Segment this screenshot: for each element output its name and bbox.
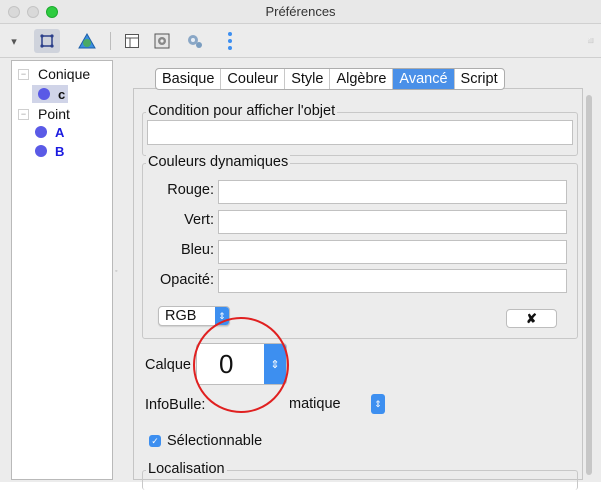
point-dot-icon [35, 145, 47, 157]
opacity-input[interactable] [218, 269, 567, 293]
red-label: Rouge: [167, 182, 214, 198]
panel-scrollbar[interactable] [583, 95, 595, 475]
selectable-checkbox-row[interactable]: ✓ Sélectionnable [149, 433, 262, 449]
restore-icon[interactable]: ◽ [585, 29, 597, 53]
blue-label: Bleu: [180, 242, 214, 258]
tab-algebre[interactable]: Algèbre [330, 69, 394, 89]
collapse-icon[interactable]: − [18, 108, 29, 120]
layer-label: Calque [145, 357, 191, 373]
tree-item-label: c [58, 86, 66, 102]
tab-avance[interactable]: Avancé [393, 69, 455, 89]
toolbar-separator [110, 32, 111, 50]
clear-colors-button[interactable]: ✘ [506, 309, 557, 328]
tree-item-c[interactable]: c [32, 85, 68, 103]
settings-icon[interactable] [151, 29, 173, 53]
title-bar: Préférences [0, 0, 601, 24]
chevron-updown-icon: ⇕ [371, 394, 385, 414]
checkmark-icon[interactable]: ✓ [149, 435, 161, 447]
color-mode-value: RGB [165, 308, 197, 324]
tree-group-label: Conique [38, 66, 91, 82]
location-group: Localisation [142, 461, 578, 490]
tab-couleur[interactable]: Couleur [221, 69, 286, 89]
selectable-label: Sélectionnable [167, 433, 263, 449]
tab-script[interactable]: Script [455, 69, 504, 89]
opacity-label: Opacité: [160, 272, 214, 288]
tree-group-conique[interactable]: − Conique [12, 65, 90, 83]
object-tree: − Conique c − Point A B [11, 60, 113, 480]
split-handle-icon[interactable]: ◦ [115, 268, 117, 275]
preferences-window: Préférences ▾ ◽ − Conique c − Point A B … [0, 0, 601, 490]
selection-tool-icon[interactable] [34, 29, 60, 53]
green-input[interactable] [218, 210, 567, 234]
advanced-gear-icon[interactable] [184, 29, 206, 53]
tree-group-label: Point [38, 106, 70, 122]
highlight-circle [193, 317, 289, 413]
condition-legend: Condition pour afficher l'objet [146, 103, 338, 119]
toolbar: ▾ ◽ [0, 24, 601, 58]
tree-item-a[interactable]: A [12, 123, 64, 141]
more-options-icon[interactable] [224, 29, 236, 53]
blue-input[interactable] [218, 240, 567, 264]
tree-group-point[interactable]: − Point [12, 105, 70, 123]
tab-basique[interactable]: Basique [156, 69, 222, 89]
tab-style[interactable]: Style [285, 69, 331, 89]
dynamic-colors-legend: Couleurs dynamiques [146, 154, 291, 170]
tooltip-value: matique [289, 396, 341, 412]
green-label: Vert: [184, 212, 214, 228]
tab-bar: Basique Couleur Style Algèbre Avancé Scr… [155, 68, 505, 90]
graphics-icon[interactable] [76, 29, 98, 53]
tree-item-b[interactable]: B [12, 142, 64, 160]
condition-input[interactable] [147, 120, 573, 145]
layout-icon[interactable] [121, 29, 143, 53]
location-legend: Localisation [146, 461, 227, 477]
red-input[interactable] [218, 180, 567, 204]
tooltip-select[interactable]: matique ⇕ [287, 394, 385, 414]
menu-arrow-icon[interactable]: ▾ [8, 29, 20, 53]
tree-item-label: A [55, 124, 65, 140]
tree-item-label: B [55, 143, 65, 159]
collapse-icon[interactable]: − [18, 68, 29, 80]
window-title: Préférences [265, 4, 336, 19]
scrollbar-thumb[interactable] [586, 95, 592, 475]
point-dot-icon [35, 126, 47, 138]
point-dot-icon [38, 88, 50, 100]
tooltip-label: InfoBulle: [145, 397, 206, 413]
